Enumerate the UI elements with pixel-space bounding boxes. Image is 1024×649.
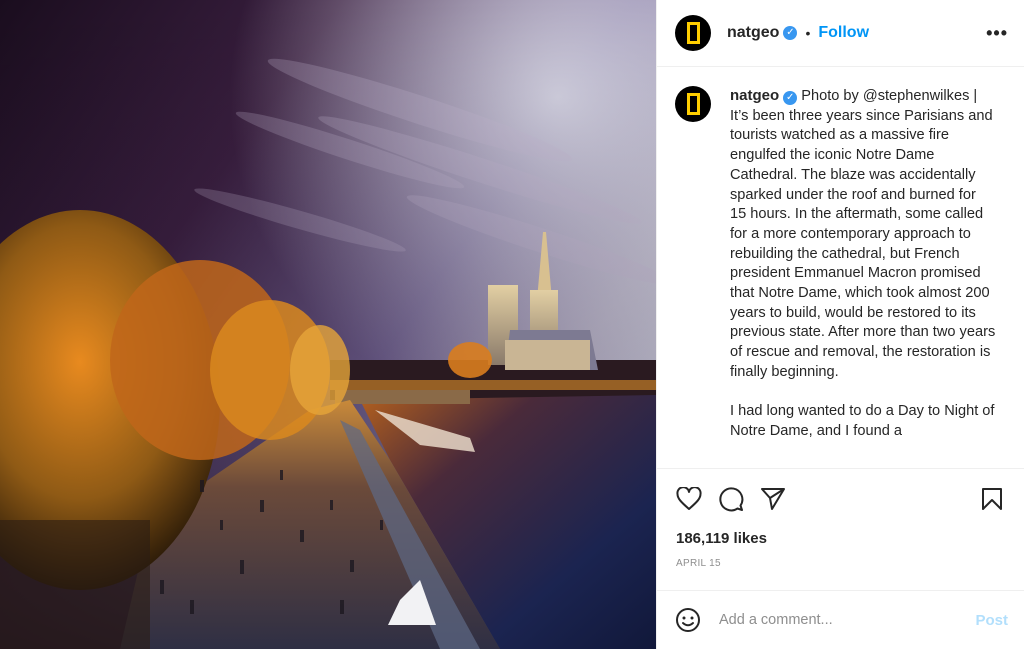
- comment-icon: [719, 487, 744, 512]
- caption-paragraph: natgeo ✓ Photo by @stephenwilkes | It’s b…: [730, 86, 996, 383]
- separator-dot: •: [805, 25, 811, 41]
- caption-area: natgeo ✓ Photo by @stephenwilkes | It’s b…: [657, 68, 1024, 468]
- more-options-icon[interactable]: •••: [986, 23, 1008, 44]
- post-header: natgeo ✓ • Follow •••: [657, 0, 1024, 67]
- divider: [657, 468, 1024, 469]
- author-avatar[interactable]: [675, 15, 711, 51]
- likes-count[interactable]: 186,119 likes: [676, 530, 767, 547]
- caption: natgeo ✓ Photo by @stephenwilkes | It’s b…: [730, 86, 996, 468]
- save-button[interactable]: [976, 483, 1008, 515]
- natgeo-logo-icon: [686, 22, 700, 44]
- caption-author-username[interactable]: natgeo: [730, 87, 779, 104]
- comment-button[interactable]: [715, 483, 747, 515]
- post-comment-button[interactable]: Post: [975, 612, 1008, 629]
- caption-author-avatar[interactable]: [675, 86, 711, 122]
- paper-plane-icon: [761, 488, 785, 510]
- post-details-panel: natgeo ✓ • Follow ••• natgeo ✓ Photo by @…: [656, 0, 1024, 649]
- like-button[interactable]: [673, 483, 705, 515]
- action-bar: [673, 481, 1008, 517]
- post-image[interactable]: [0, 0, 656, 649]
- caption-paragraph: I had long wanted to do a Day to Night o…: [730, 402, 996, 441]
- author-username[interactable]: natgeo: [727, 24, 779, 42]
- caption-text-1: Photo by @stephenwilkes | It’s been thre…: [730, 88, 996, 380]
- smiley-icon[interactable]: [675, 607, 701, 633]
- natgeo-logo-icon: [686, 93, 700, 115]
- post-date[interactable]: April 15: [676, 558, 721, 569]
- heart-icon: [676, 487, 702, 510]
- comment-bar: Post: [657, 591, 1024, 649]
- comment-input[interactable]: [719, 612, 976, 628]
- bookmark-icon: [982, 488, 1002, 510]
- notre-dame-photo: [0, 0, 656, 649]
- follow-button[interactable]: Follow: [818, 24, 869, 42]
- verified-badge-icon: ✓: [783, 91, 798, 105]
- share-button[interactable]: [757, 483, 789, 515]
- caption-text-2: I had long wanted to do a Day to Night o…: [730, 403, 995, 439]
- verified-badge-icon: ✓: [783, 26, 798, 40]
